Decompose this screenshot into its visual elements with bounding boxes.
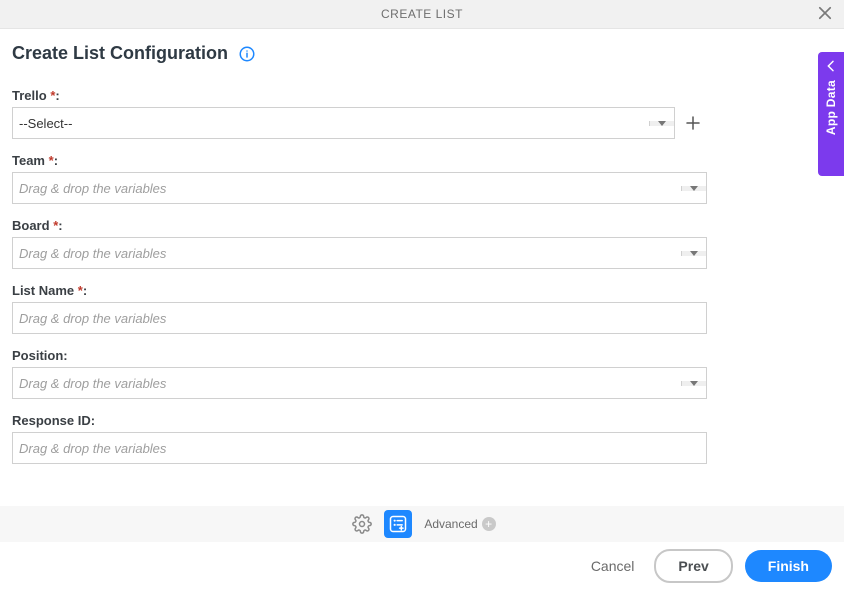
form-view-icon[interactable] (384, 510, 412, 538)
label-board: Board *: (12, 218, 707, 233)
dialog-title: CREATE LIST (381, 7, 463, 21)
chevron-down-icon[interactable] (649, 121, 674, 126)
field-response-id: Response ID: Drag & drop the variables (12, 413, 707, 464)
field-trello: Trello *: --Select-- (12, 88, 707, 139)
chevron-left-icon (823, 58, 839, 74)
list-name-placeholder: Drag & drop the variables (13, 311, 166, 326)
advanced-label: Advanced (424, 517, 477, 531)
page-title: Create List Configuration (12, 43, 228, 64)
team-placeholder: Drag & drop the variables (13, 181, 166, 196)
advanced-toggle[interactable]: Advanced + (424, 517, 495, 531)
response-id-input[interactable]: Drag & drop the variables (12, 432, 707, 464)
board-input[interactable]: Drag & drop the variables (12, 237, 707, 269)
bottom-toolbar: Advanced + (0, 506, 844, 542)
prev-button[interactable]: Prev (654, 549, 732, 583)
dialog-header: CREATE LIST (0, 0, 844, 29)
label-trello: Trello *: (12, 88, 707, 103)
field-team: Team *: Drag & drop the variables (12, 153, 707, 204)
app-data-side-tab[interactable]: App Data (818, 52, 844, 176)
field-list-name: List Name *: Drag & drop the variables (12, 283, 707, 334)
side-tab-label: App Data (824, 80, 838, 135)
trello-select-value: --Select-- (13, 116, 72, 131)
label-list-name: List Name *: (12, 283, 707, 298)
position-input[interactable]: Drag & drop the variables (12, 367, 707, 399)
gear-icon[interactable] (348, 510, 376, 538)
field-board: Board *: Drag & drop the variables (12, 218, 707, 269)
add-connection-button[interactable] (679, 107, 707, 139)
page-title-row: Create List Configuration (0, 29, 844, 64)
team-input[interactable]: Drag & drop the variables (12, 172, 707, 204)
close-icon[interactable] (816, 4, 834, 32)
board-placeholder: Drag & drop the variables (13, 246, 166, 261)
label-team: Team *: (12, 153, 707, 168)
plus-circle-icon: + (482, 517, 496, 531)
field-position: Position: Drag & drop the variables (12, 348, 707, 399)
chevron-down-icon[interactable] (681, 186, 706, 191)
list-name-input[interactable]: Drag & drop the variables (12, 302, 707, 334)
button-row: Cancel Prev Finish (0, 548, 844, 584)
cancel-button[interactable]: Cancel (583, 552, 643, 580)
chevron-down-icon[interactable] (681, 251, 706, 256)
label-response-id: Response ID: (12, 413, 707, 428)
label-position: Position: (12, 348, 707, 363)
trello-select[interactable]: --Select-- (12, 107, 675, 139)
finish-button[interactable]: Finish (745, 550, 832, 582)
form-content: Trello *: --Select-- Team *: Drag & drop… (0, 64, 719, 464)
response-id-placeholder: Drag & drop the variables (13, 441, 166, 456)
position-placeholder: Drag & drop the variables (13, 376, 166, 391)
chevron-down-icon[interactable] (681, 381, 706, 386)
info-icon[interactable] (238, 45, 256, 63)
